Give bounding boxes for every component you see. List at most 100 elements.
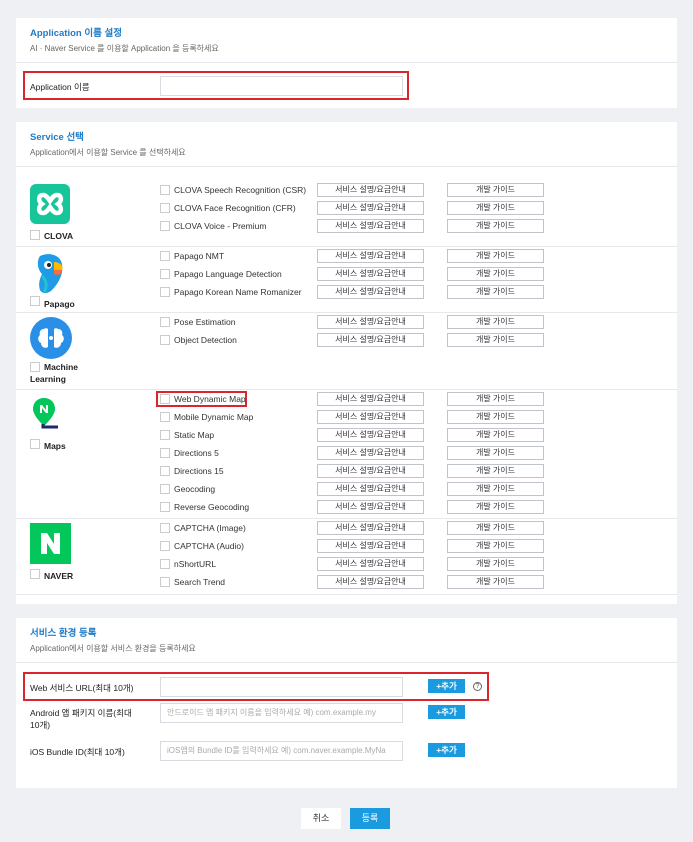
service-item: CAPTCHA (Image) bbox=[160, 521, 246, 535]
category-machine-learning-label: Machine Learning bbox=[30, 361, 79, 385]
service-checkbox[interactable] bbox=[160, 221, 170, 231]
dev-guide-button[interactable]: 개발 가이드 bbox=[447, 249, 544, 263]
dev-guide-button[interactable]: 개발 가이드 bbox=[447, 201, 544, 215]
dev-guide-button[interactable]: 개발 가이드 bbox=[447, 500, 544, 514]
service-title: Service 선택 bbox=[30, 132, 84, 143]
android-label: Android 앱 패키지 이름(최대 10개) bbox=[30, 707, 132, 731]
naver-n-icon bbox=[41, 533, 60, 554]
group-divider bbox=[16, 312, 677, 313]
service-detail-button[interactable]: 서비스 설명/요금안내 bbox=[317, 249, 424, 263]
service-detail-button[interactable]: 서비스 설명/요금안내 bbox=[317, 315, 424, 329]
service-detail-button[interactable]: 서비스 설명/요금안내 bbox=[317, 428, 424, 442]
service-checkbox[interactable] bbox=[160, 287, 170, 297]
service-label: Object Detection bbox=[174, 335, 237, 345]
service-checkbox[interactable] bbox=[160, 577, 170, 587]
service-checkbox[interactable] bbox=[160, 185, 170, 195]
dev-guide-button[interactable]: 개발 가이드 bbox=[447, 410, 544, 424]
category-machine-learning-checkbox[interactable] bbox=[30, 362, 40, 372]
category-clova: CLOVA bbox=[30, 230, 73, 242]
category-machine-learning: Machine Learning bbox=[30, 361, 78, 385]
service-label: Static Map bbox=[174, 430, 215, 440]
dev-guide-button[interactable]: 개발 가이드 bbox=[447, 575, 544, 589]
help-icon[interactable]: ? bbox=[473, 682, 482, 691]
service-checkbox[interactable] bbox=[160, 541, 170, 551]
service-checkbox[interactable] bbox=[160, 251, 170, 261]
dev-guide-button[interactable]: 개발 가이드 bbox=[447, 285, 544, 299]
service-detail-button[interactable]: 서비스 설명/요금안내 bbox=[317, 183, 424, 197]
dev-guide-button[interactable]: 개발 가이드 bbox=[447, 482, 544, 496]
dev-guide-button[interactable]: 개발 가이드 bbox=[447, 446, 544, 460]
category-papago-checkbox[interactable] bbox=[30, 296, 40, 306]
dev-guide-button[interactable]: 개발 가이드 bbox=[447, 183, 544, 197]
web-url-add-button[interactable]: +추가 bbox=[428, 679, 465, 693]
service-item: CAPTCHA (Audio) bbox=[160, 539, 244, 553]
android-add-button[interactable]: +추가 bbox=[428, 705, 465, 719]
service-label: Papago Language Detection bbox=[174, 269, 282, 279]
service-detail-button[interactable]: 서비스 설명/요금안내 bbox=[317, 464, 424, 478]
category-papago-label: Papago bbox=[44, 299, 75, 309]
service-detail-button[interactable]: 서비스 설명/요금안내 bbox=[317, 575, 424, 589]
service-checkbox[interactable] bbox=[160, 269, 170, 279]
dev-guide-button[interactable]: 개발 가이드 bbox=[447, 464, 544, 478]
service-item: Directions 5 bbox=[160, 446, 219, 460]
service-detail-button[interactable]: 서비스 설명/요금안내 bbox=[317, 392, 424, 406]
service-item: CLOVA Voice - Premium bbox=[160, 219, 266, 233]
service-checkbox[interactable] bbox=[160, 430, 170, 440]
dev-guide-button[interactable]: 개발 가이드 bbox=[447, 315, 544, 329]
dev-guide-button[interactable]: 개발 가이드 bbox=[447, 557, 544, 571]
papago-logo bbox=[30, 252, 70, 293]
service-detail-button[interactable]: 서비스 설명/요금안내 bbox=[317, 446, 424, 460]
category-naver-checkbox[interactable] bbox=[30, 569, 40, 579]
ios-bundle-input[interactable]: iOS앱의 Bundle ID를 입력하세요 예) com.naver.exam… bbox=[160, 741, 403, 761]
service-checkbox[interactable] bbox=[160, 317, 170, 327]
service-checkbox[interactable] bbox=[160, 335, 170, 345]
service-detail-button[interactable]: 서비스 설명/요금안내 bbox=[317, 521, 424, 535]
service-label: nShortURL bbox=[174, 559, 217, 569]
service-item: Reverse Geocoding bbox=[160, 500, 249, 514]
android-package-input[interactable]: 안드로이드 앱 패키지 이름을 입력하세요 예) com.example.my bbox=[160, 703, 403, 723]
service-detail-button[interactable]: 서비스 설명/요금안내 bbox=[317, 539, 424, 553]
dev-guide-button[interactable]: 개발 가이드 bbox=[447, 521, 544, 535]
service-item: CLOVA Speech Recognition (CSR) bbox=[160, 183, 306, 197]
service-checkbox[interactable] bbox=[160, 203, 170, 213]
service-item: Pose Estimation bbox=[160, 315, 235, 329]
service-detail-button[interactable]: 서비스 설명/요금안내 bbox=[317, 219, 424, 233]
app-name-header: Application 이름 설정 AI · Naver Service 를 이… bbox=[16, 18, 677, 63]
service-detail-button[interactable]: 서비스 설명/요금안내 bbox=[317, 410, 424, 424]
dev-guide-button[interactable]: 개발 가이드 bbox=[447, 267, 544, 281]
web-url-input[interactable] bbox=[160, 677, 403, 697]
service-item: CLOVA Face Recognition (CFR) bbox=[160, 201, 296, 215]
service-detail-button[interactable]: 서비스 설명/요금안내 bbox=[317, 333, 424, 347]
category-maps-checkbox[interactable] bbox=[30, 439, 40, 449]
service-item: Geocoding bbox=[160, 482, 215, 496]
service-detail-button[interactable]: 서비스 설명/요금안내 bbox=[317, 267, 424, 281]
papago-icon bbox=[37, 254, 63, 293]
service-checkbox[interactable] bbox=[160, 448, 170, 458]
app-name-label: Application 이름 bbox=[30, 82, 90, 92]
service-checkbox[interactable] bbox=[160, 502, 170, 512]
category-maps-label: Maps bbox=[44, 441, 66, 451]
service-checkbox[interactable] bbox=[160, 484, 170, 494]
service-detail-button[interactable]: 서비스 설명/요금안내 bbox=[317, 482, 424, 496]
dev-guide-button[interactable]: 개발 가이드 bbox=[447, 392, 544, 406]
category-label-line: Machine bbox=[44, 362, 79, 372]
service-checkbox[interactable] bbox=[160, 559, 170, 569]
dev-guide-button[interactable]: 개발 가이드 bbox=[447, 219, 544, 233]
service-checkbox[interactable] bbox=[160, 466, 170, 476]
ios-add-button[interactable]: +추가 bbox=[428, 743, 465, 757]
dev-guide-button[interactable]: 개발 가이드 bbox=[447, 333, 544, 347]
category-clova-checkbox[interactable] bbox=[30, 230, 40, 240]
service-detail-button[interactable]: 서비스 설명/요금안내 bbox=[317, 285, 424, 299]
android-label-line: 10개) bbox=[30, 720, 51, 730]
dev-guide-button[interactable]: 개발 가이드 bbox=[447, 539, 544, 553]
service-checkbox[interactable] bbox=[160, 523, 170, 533]
service-detail-button[interactable]: 서비스 설명/요금안내 bbox=[317, 201, 424, 215]
submit-button[interactable]: 등록 bbox=[350, 808, 390, 829]
dev-guide-button[interactable]: 개발 가이드 bbox=[447, 428, 544, 442]
app-name-input[interactable] bbox=[160, 76, 403, 96]
service-detail-button[interactable]: 서비스 설명/요금안내 bbox=[317, 557, 424, 571]
service-checkbox[interactable] bbox=[160, 394, 170, 404]
cancel-button[interactable]: 취소 bbox=[301, 808, 341, 829]
service-checkbox[interactable] bbox=[160, 412, 170, 422]
service-detail-button[interactable]: 서비스 설명/요금안내 bbox=[317, 500, 424, 514]
